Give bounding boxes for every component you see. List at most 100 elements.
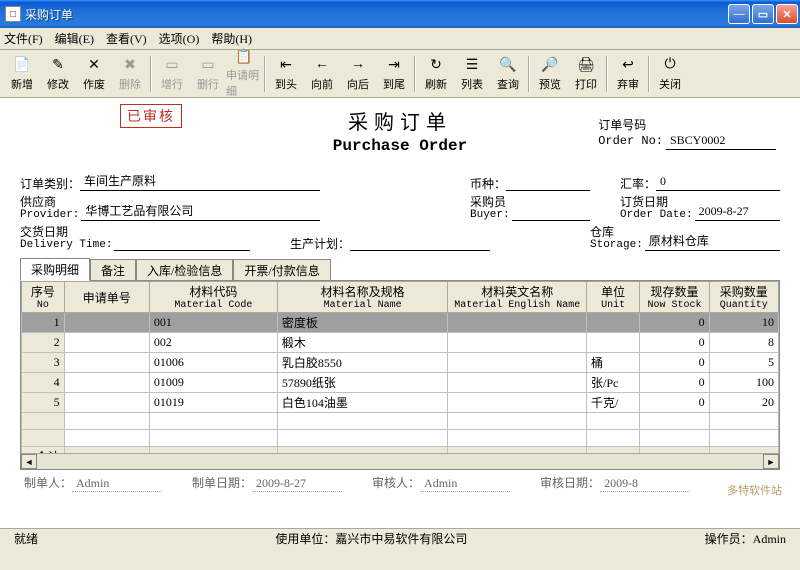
cell[interactable]: 1 [22, 313, 65, 333]
cell[interactable]: 001 [149, 313, 277, 333]
tool-close-button[interactable]: ⏻关闭 [652, 53, 688, 95]
provider-value[interactable]: 华博工艺品有限公司 [81, 202, 320, 221]
storage-value[interactable]: 原材料仓库 [645, 232, 780, 251]
purchase-grid[interactable]: 序号No申请单号材料代码Material Code材料名称及规格Material… [21, 281, 779, 467]
table-row[interactable]: 4 0100957890纸张 张/Pc0100 [22, 373, 779, 393]
cell[interactable] [448, 313, 587, 333]
cell[interactable]: 5 [709, 353, 778, 373]
col-header[interactable]: 材料代码Material Code [149, 282, 277, 313]
col-header[interactable]: 现存数量Now Stock [640, 282, 709, 313]
order-type-value[interactable]: 车间生产原料 [80, 172, 320, 191]
tool-last-button[interactable]: ⇥到尾 [376, 53, 412, 95]
tab-0[interactable]: 采购明细 [20, 258, 90, 281]
cell[interactable] [448, 373, 587, 393]
menu-help[interactable]: 帮助(H) [211, 30, 252, 47]
provider-label-cn: 供应商 [20, 195, 79, 209]
cell[interactable] [64, 373, 149, 393]
cell[interactable]: 密度板 [277, 313, 448, 333]
cell[interactable] [64, 313, 149, 333]
cell[interactable] [448, 353, 587, 373]
tool-prev-button[interactable]: ←向前 [304, 53, 340, 95]
cell[interactable]: 5 [22, 393, 65, 413]
cell[interactable]: 20 [709, 393, 778, 413]
tab-1[interactable]: 备注 [90, 259, 136, 281]
cell[interactable] [64, 353, 149, 373]
minimize-button[interactable]: — [728, 4, 750, 24]
col-header[interactable]: 申请单号 [64, 282, 149, 313]
tool-print-button[interactable]: 🖨打印 [568, 53, 604, 95]
cell[interactable]: 椴木 [277, 333, 448, 353]
cell[interactable]: 100 [709, 373, 778, 393]
cell[interactable]: 乳白胶8550 [277, 353, 448, 373]
cell[interactable]: 0 [640, 393, 709, 413]
tool-refresh-button[interactable]: ↻刷新 [418, 53, 454, 95]
currency-value[interactable] [506, 176, 590, 191]
menu-view[interactable]: 查看(V) [106, 30, 147, 47]
delivery-value[interactable] [114, 236, 250, 251]
cell[interactable] [448, 333, 587, 353]
col-header[interactable]: 材料英文名称Material English Name [448, 282, 587, 313]
cell[interactable]: 01009 [149, 373, 277, 393]
buyer-value[interactable] [512, 206, 590, 221]
plan-value[interactable] [350, 236, 490, 251]
cell[interactable]: 3 [22, 353, 65, 373]
tool-preview-button[interactable]: 🔎预览 [532, 53, 568, 95]
cell[interactable] [64, 393, 149, 413]
scroll-right-icon[interactable]: ► [763, 454, 779, 469]
tool-search-button[interactable]: 🔍查询 [490, 53, 526, 95]
cell[interactable]: 白色104油墨 [277, 393, 448, 413]
cell[interactable]: 8 [709, 333, 778, 353]
cell[interactable]: 002 [149, 333, 277, 353]
search-icon: 🔍 [498, 55, 518, 75]
order-date-value[interactable]: 2009-8-27 [695, 204, 780, 221]
tool-next-button[interactable]: →向后 [340, 53, 376, 95]
cell[interactable]: 0 [640, 313, 709, 333]
menu-edit[interactable]: 编辑(E) [55, 30, 94, 47]
cell[interactable]: 0 [640, 353, 709, 373]
table-row[interactable]: 3 01006乳白胶8550 桶05 [22, 353, 779, 373]
cell[interactable] [587, 333, 640, 353]
cell[interactable]: 01019 [149, 393, 277, 413]
scroll-track[interactable] [37, 454, 763, 469]
menu-option[interactable]: 选项(O) [159, 30, 200, 47]
close-button[interactable]: ✕ [776, 4, 798, 24]
cell[interactable]: 0 [640, 373, 709, 393]
cell[interactable] [64, 333, 149, 353]
col-header[interactable]: 材料名称及规格Material Name [277, 282, 448, 313]
tool-unapprove-button[interactable]: ↩弃审 [610, 53, 646, 95]
cell[interactable]: 千克/ [587, 393, 640, 413]
plan-label: 生产计划： [290, 237, 350, 251]
table-row[interactable]: 5 01019白色104油墨 千克/020 [22, 393, 779, 413]
tab-3[interactable]: 开票/付款信息 [233, 259, 330, 281]
table-row[interactable]: 2 002椴木 08 [22, 333, 779, 353]
tool-list-button[interactable]: ☰列表 [454, 53, 490, 95]
table-row[interactable]: 1 001密度板 010 [22, 313, 779, 333]
col-header[interactable]: 采购数量Quantity [709, 282, 778, 313]
make-date-label: 制单日期： [192, 474, 252, 491]
menu-file[interactable]: 文件(F) [4, 30, 43, 47]
col-header[interactable]: 单位Unit [587, 282, 640, 313]
cell[interactable]: 01006 [149, 353, 277, 373]
cell[interactable]: 10 [709, 313, 778, 333]
cell[interactable]: 桶 [587, 353, 640, 373]
tool-void-button[interactable]: ✕作废 [76, 53, 112, 95]
cell[interactable]: 4 [22, 373, 65, 393]
audit-date-value: 2009-8 [600, 476, 690, 492]
col-header[interactable]: 序号No [22, 282, 65, 313]
tool-new-button[interactable]: 📄新增 [4, 53, 40, 95]
maximize-button[interactable]: ▭ [752, 4, 774, 24]
cell[interactable]: 张/Pc [587, 373, 640, 393]
cell[interactable]: 57890纸张 [277, 373, 448, 393]
cell[interactable] [587, 313, 640, 333]
tab-2[interactable]: 入库/检验信息 [136, 259, 233, 281]
order-number-block: 订单号码 Order No: SBCY0002 [598, 116, 776, 150]
cell[interactable]: 2 [22, 333, 65, 353]
cell[interactable] [448, 393, 587, 413]
cell[interactable]: 0 [640, 333, 709, 353]
rate-value[interactable]: 0 [656, 174, 780, 191]
tool-first-button[interactable]: ⇤到头 [268, 53, 304, 95]
tool-edit-button[interactable]: ✎修改 [40, 53, 76, 95]
scroll-left-icon[interactable]: ◄ [21, 454, 37, 469]
window-title: 采购订单 [25, 6, 728, 23]
horizontal-scrollbar[interactable]: ◄ ► [21, 453, 779, 469]
